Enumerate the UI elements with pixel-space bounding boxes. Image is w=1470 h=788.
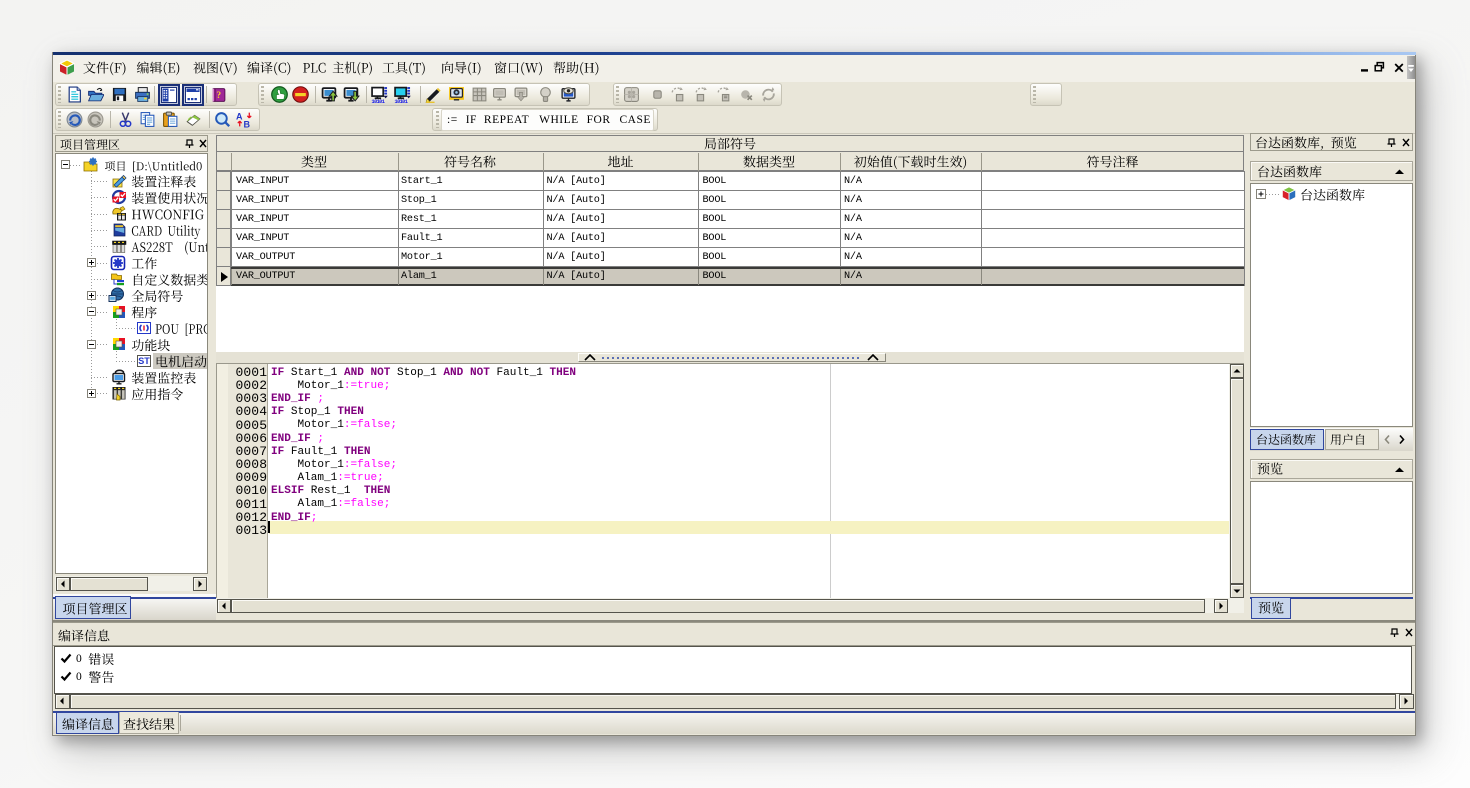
svg-text:?: ?	[216, 90, 221, 101]
svg-text:B: B	[243, 119, 250, 128]
svg-text:10101: 10101	[395, 99, 408, 103]
svg-text:A: A	[236, 112, 243, 122]
svg-text:10101: 10101	[372, 99, 385, 103]
